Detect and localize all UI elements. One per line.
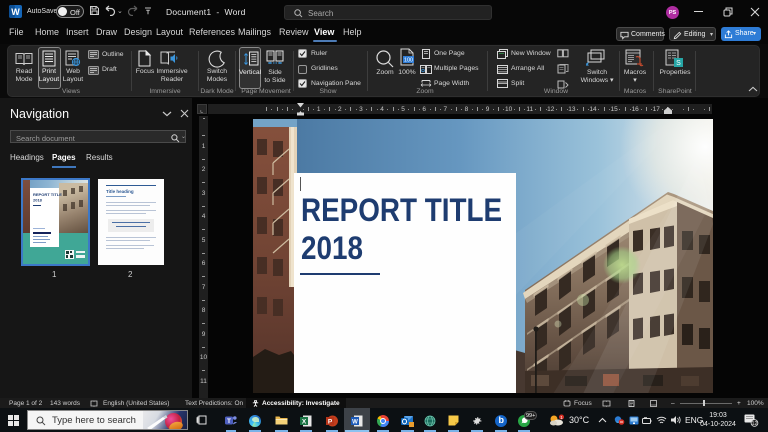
svg-text:W: W: [352, 419, 358, 425]
svg-text:100: 100: [404, 58, 413, 64]
svg-text:S: S: [676, 60, 681, 67]
svg-text:P: P: [328, 418, 333, 425]
svg-text:12: 12: [751, 421, 757, 427]
svg-text:W: W: [11, 7, 20, 17]
svg-text:X: X: [302, 418, 307, 425]
svg-text:T: T: [227, 418, 231, 425]
